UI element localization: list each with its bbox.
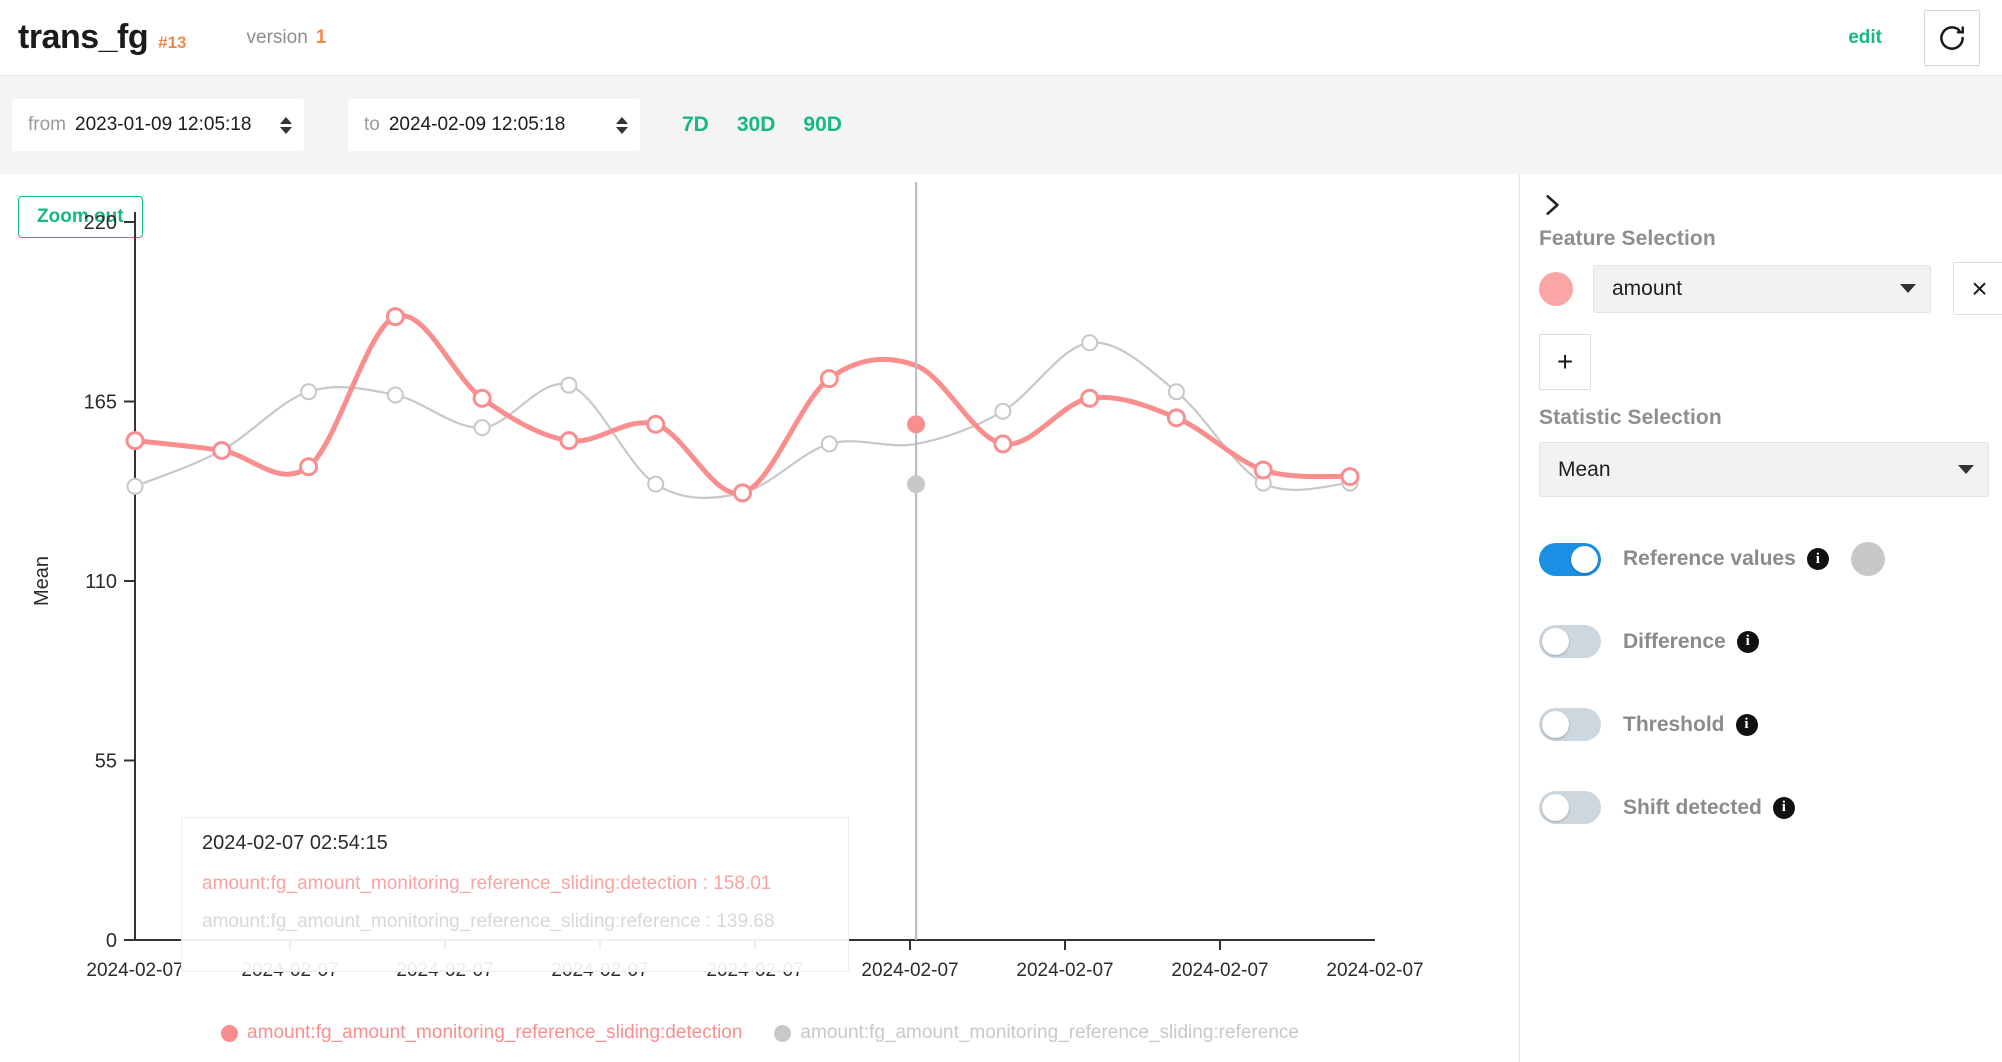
difference-toggle[interactable]	[1539, 625, 1601, 658]
reference-values-info-icon[interactable]: i	[1806, 548, 1829, 570]
svg-text:220: 220	[84, 212, 117, 234]
svg-text:Mean: Mean	[31, 556, 53, 606]
difference-label: Difference	[1623, 629, 1726, 653]
legend-color-swatch-reference	[774, 1024, 792, 1042]
shift-detected-label: Shift detected	[1623, 795, 1762, 819]
from-date-stepper[interactable]	[280, 116, 292, 134]
app-root: trans_fg #13 version 1 edit from 2023-01…	[0, 0, 2002, 1062]
title-group: trans_fg #13	[0, 18, 187, 57]
svg-text:110: 110	[85, 571, 117, 593]
shift-detected-toggle[interactable]	[1539, 791, 1601, 824]
from-date-field[interactable]: from 2023-01-09 12:05:18	[12, 99, 304, 151]
from-label: from	[28, 114, 66, 135]
svg-text:2024-02-07: 2024-02-07	[1016, 960, 1113, 981]
toggle-row-shift-detected: Shift detected i	[1539, 791, 1795, 824]
model-id-badge: #13	[158, 33, 187, 52]
from-date-value: 2023-01-09 12:05:18	[75, 114, 252, 135]
svg-text:2024-02-07: 2024-02-07	[241, 960, 338, 981]
toggle-row-threshold: Threshold i	[1539, 708, 1758, 741]
version-number: 1	[315, 26, 327, 48]
legend-label-reference: amount:fg_amount_monitoring_reference_sl…	[800, 1022, 1299, 1043]
feature-color-swatch	[1539, 271, 1573, 306]
threshold-toggle[interactable]	[1539, 708, 1601, 741]
chart-plot-area[interactable]: 0 55 110 165 220 Mean 2024-02-07 2024-02-07 2024…	[0, 174, 1520, 1062]
timeseries-chart[interactable]: 0 55 110 165 220 Mean 2024-02-07 2024-02-07 2024…	[0, 174, 1520, 1062]
chevron-down-icon	[1958, 465, 1974, 474]
statistic-selection-label: Statistic Selection	[1539, 406, 1722, 429]
svg-text:2024-02-07: 2024-02-07	[86, 960, 183, 981]
difference-info-icon[interactable]: i	[1736, 630, 1759, 653]
svg-text:2024-02-07: 2024-02-07	[396, 960, 493, 981]
version-group: version 1	[247, 27, 327, 49]
reference-values-label: Reference values	[1623, 547, 1796, 570]
edit-link[interactable]: edit	[1848, 27, 1882, 49]
range-7d-button[interactable]: 7D	[682, 113, 709, 137]
to-date-field[interactable]: to 2024-02-09 12:05:18	[348, 99, 640, 151]
feature-selection-row: amount ×	[1539, 262, 2002, 315]
reference-values-color-swatch	[1850, 542, 1885, 576]
reference-values-toggle[interactable]	[1539, 542, 1601, 576]
settings-side-panel: Feature Selection amount × + Statistic S…	[1521, 174, 2002, 1062]
date-range-toolbar: from 2023-01-09 12:05:18 to 2024-02-09 1…	[0, 76, 2002, 174]
chart-panel: Zoom out 0 55 110 165 220 Mean 2024-02-07 2024-…	[0, 174, 1520, 1062]
svg-text:2024-02-07: 2024-02-07	[551, 960, 648, 981]
add-feature-button[interactable]: +	[1539, 334, 1591, 390]
toggle-row-difference: Difference i	[1539, 625, 1759, 658]
version-label: version	[246, 26, 308, 48]
svg-text:165: 165	[84, 392, 117, 414]
svg-text:2024-02-07: 2024-02-07	[1326, 960, 1423, 981]
refresh-button[interactable]	[1924, 9, 1980, 66]
svg-text:2024-02-07: 2024-02-07	[1171, 960, 1268, 981]
svg-text:0: 0	[106, 930, 117, 952]
to-date-value: 2024-02-09 12:05:18	[388, 114, 566, 135]
svg-text:2024-02-07: 2024-02-07	[706, 960, 803, 981]
shift-detected-info-icon[interactable]: i	[1772, 796, 1795, 819]
remove-feature-button[interactable]: ×	[1953, 262, 2002, 315]
statistic-select-value: Mean	[1558, 457, 1611, 481]
chevron-right-icon	[1546, 195, 1559, 215]
refresh-icon	[1940, 25, 1965, 50]
svg-text:55: 55	[95, 751, 117, 773]
legend-item-detection[interactable]: amount:fg_amount_monitoring_reference_sl…	[221, 1022, 742, 1044]
threshold-label: Threshold	[1623, 712, 1725, 736]
threshold-info-icon[interactable]: i	[1735, 713, 1758, 736]
range-90d-button[interactable]: 90D	[803, 113, 842, 137]
range-30d-button[interactable]: 30D	[737, 113, 776, 137]
feature-select[interactable]: amount	[1593, 264, 1931, 313]
header-actions: edit	[1848, 9, 2002, 66]
toggle-row-reference-values: Reference values i	[1539, 542, 1885, 576]
page-header: trans_fg #13 version 1 edit	[0, 0, 2002, 76]
legend-color-swatch-detection	[221, 1024, 239, 1042]
to-date-stepper[interactable]	[616, 116, 628, 134]
feature-selection-label: Feature Selection	[1539, 227, 1716, 250]
to-label: to	[364, 114, 380, 135]
feature-select-value: amount	[1612, 276, 1683, 300]
legend-item-reference[interactable]: amount:fg_amount_monitoring_reference_sl…	[774, 1022, 1299, 1044]
chart-legend: amount:fg_amount_monitoring_reference_sl…	[0, 1022, 1520, 1044]
collapse-panel-button[interactable]	[1539, 190, 1565, 225]
quick-range-group: 7D 30D 90D	[682, 113, 842, 137]
svg-text:2024-02-07: 2024-02-07	[861, 960, 958, 981]
statistic-select[interactable]: Mean	[1539, 442, 1989, 497]
legend-label-detection: amount:fg_amount_monitoring_reference_sl…	[247, 1022, 743, 1043]
chevron-down-icon	[1900, 284, 1916, 293]
page-title: trans_fg	[18, 18, 149, 56]
